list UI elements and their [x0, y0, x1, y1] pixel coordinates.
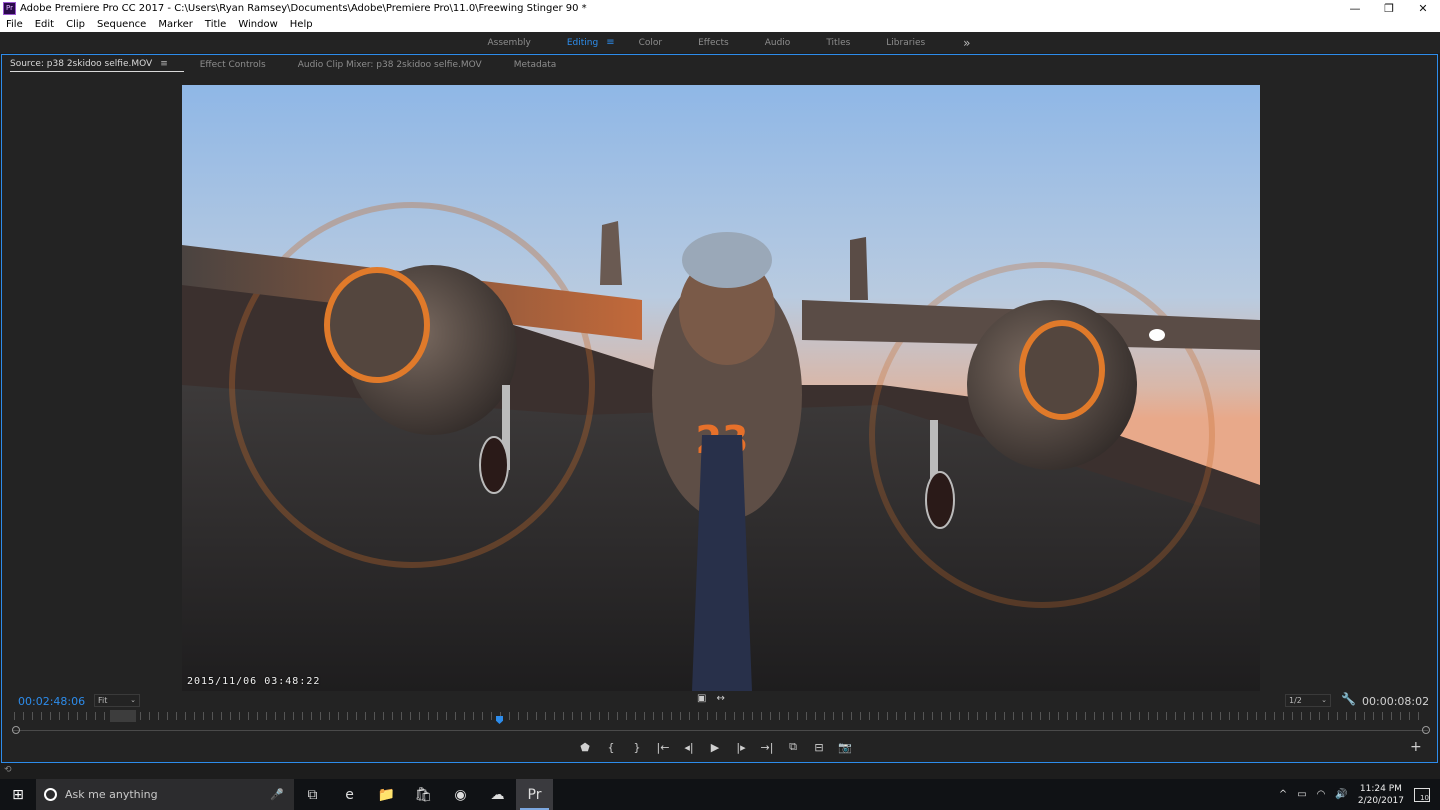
workspace-assembly[interactable]: Assembly: [469, 38, 548, 48]
resolution-dropdown[interactable]: 1/2 ⌄: [1285, 694, 1331, 707]
store-icon[interactable]: 🛍: [405, 779, 442, 810]
cortana-search-box[interactable]: Ask me anything 🎤: [36, 779, 294, 810]
file-explorer-icon[interactable]: 📁: [368, 779, 405, 810]
workspace-libraries[interactable]: Libraries: [868, 38, 943, 48]
title-bar: Pr Adobe Premiere Pro CC 2017 - C:\Users…: [0, 0, 1440, 17]
system-tray: ^ ▭ ◠ 🔊 11:24 PM 2/20/2017 10: [1279, 783, 1440, 807]
workspace-titles[interactable]: Titles: [808, 38, 868, 48]
more-workspaces-icon[interactable]: »: [963, 36, 970, 50]
playhead-timecode[interactable]: 00:02:48:06: [18, 695, 85, 708]
clock-date: 2/20/2017: [1357, 795, 1404, 806]
source-monitor-panel: Source: p38 2skidoo selfie.MOV ≡ Effect C…: [1, 54, 1438, 763]
minimize-button[interactable]: —: [1338, 2, 1372, 15]
go-to-out-button[interactable]: →|: [754, 741, 780, 754]
tab-metadata[interactable]: Metadata: [498, 60, 573, 70]
zoom-value: Fit: [98, 696, 108, 705]
close-button[interactable]: ✕: [1406, 2, 1440, 15]
drag-video-icon[interactable]: ▣: [697, 693, 706, 704]
task-view-icon[interactable]: ⧉: [294, 779, 331, 810]
window-title: Adobe Premiere Pro CC 2017 - C:\Users\Ry…: [20, 3, 587, 14]
microphone-icon[interactable]: 🎤: [270, 788, 284, 801]
menu-help[interactable]: Help: [290, 19, 313, 30]
search-placeholder: Ask me anything: [65, 788, 158, 801]
export-frame-button[interactable]: 📷: [832, 741, 858, 754]
in-out-range[interactable]: [110, 710, 136, 722]
chevron-down-icon: ⌄: [130, 696, 136, 704]
drag-audio-icon[interactable]: ↔: [716, 693, 724, 704]
cortana-icon: [44, 788, 57, 801]
tab-source[interactable]: Source: p38 2skidoo selfie.MOV ≡: [10, 59, 184, 72]
workspace-editing[interactable]: Editing: [549, 38, 616, 48]
tab-audio-clip-mixer[interactable]: Audio Clip Mixer: p38 2skidoo selfie.MOV: [282, 60, 498, 70]
menu-file[interactable]: File: [6, 19, 23, 30]
transport-controls: ⬟{} |← ◂| ▶ |▸ →| ⧉ ⊟ 📷: [572, 740, 858, 754]
chrome-icon[interactable]: ◉: [442, 779, 479, 810]
edge-icon[interactable]: e: [331, 779, 368, 810]
restore-button[interactable]: ❐: [1372, 2, 1406, 15]
step-forward-button[interactable]: |▸: [728, 741, 754, 754]
status-bar: ⟲: [0, 763, 1440, 779]
panel-menu-icon[interactable]: ≡: [160, 59, 168, 69]
mark-out-button[interactable]: }: [624, 741, 650, 754]
onedrive-icon[interactable]: ☁: [479, 779, 516, 810]
video-timestamp-overlay: 2015/11/06 03:48:22: [187, 676, 321, 687]
button-editor-plus-icon[interactable]: +: [1410, 739, 1422, 755]
battery-icon[interactable]: ▭: [1297, 789, 1306, 800]
add-marker-button[interactable]: ⬟: [572, 741, 598, 754]
menu-title[interactable]: Title: [205, 19, 226, 30]
workspace-audio[interactable]: Audio: [747, 38, 809, 48]
windows-taskbar: ⊞ Ask me anything 🎤 ⧉ e 📁 🛍 ◉ ☁ Pr ^ ▭ ◠ 🔊 11:…: [0, 779, 1440, 810]
mark-in-button[interactable]: {: [598, 741, 624, 754]
tab-source-label: Source: p38 2skidoo selfie.MOV: [10, 58, 153, 69]
play-button[interactable]: ▶: [702, 741, 728, 754]
time-ruler[interactable]: [14, 712, 1426, 720]
zoom-scrollbar[interactable]: [12, 730, 1428, 731]
premiere-app-icon: Pr: [3, 2, 16, 15]
panel-tabs: Source: p38 2skidoo selfie.MOV ≡ Effect C…: [2, 55, 1437, 75]
zoom-dropdown[interactable]: Fit ⌄: [94, 694, 140, 707]
insert-button[interactable]: ⧉: [780, 740, 806, 754]
taskbar-apps: ⧉ e 📁 🛍 ◉ ☁ Pr: [294, 779, 553, 810]
workspace-bar: Assembly Editing ≡ Color Effects Audio T…: [0, 32, 1440, 53]
tray-chevron-icon[interactable]: ^: [1279, 789, 1287, 800]
scrollbar-right-handle[interactable]: [1422, 726, 1430, 734]
volume-icon[interactable]: 🔊: [1335, 789, 1347, 800]
menu-marker[interactable]: Marker: [158, 19, 193, 30]
workspace-color[interactable]: Color: [621, 38, 681, 48]
menu-sequence[interactable]: Sequence: [97, 19, 146, 30]
monitor-mid-icons: ▣ ↔: [697, 693, 725, 704]
step-back-button[interactable]: ◂|: [676, 741, 702, 754]
wifi-icon[interactable]: ◠: [1317, 789, 1326, 800]
chevron-down-icon: ⌄: [1321, 696, 1327, 704]
duration-timecode: 00:00:08:02: [1362, 695, 1430, 708]
menu-clip[interactable]: Clip: [66, 19, 85, 30]
tab-effect-controls[interactable]: Effect Controls: [184, 60, 282, 70]
taskbar-clock[interactable]: 11:24 PM 2/20/2017: [1358, 783, 1404, 807]
playhead-marker[interactable]: [496, 716, 503, 724]
start-button[interactable]: ⊞: [0, 787, 36, 803]
resolution-value: 1/2: [1289, 696, 1302, 705]
menu-window[interactable]: Window: [238, 19, 277, 30]
menu-bar: File Edit Clip Sequence Marker Title Win…: [0, 17, 1440, 33]
go-to-in-button[interactable]: |←: [650, 741, 676, 754]
workspace-effects[interactable]: Effects: [680, 38, 747, 48]
scrollbar-left-handle[interactable]: [12, 726, 20, 734]
menu-edit[interactable]: Edit: [35, 19, 54, 30]
video-frame[interactable]: 23 2015/11/06 03:48:22: [182, 85, 1260, 691]
wrench-icon[interactable]: 🔧: [1341, 692, 1356, 706]
video-frame-image: 23: [182, 85, 1260, 691]
action-center-icon[interactable]: 10: [1414, 787, 1430, 802]
overwrite-button[interactable]: ⊟: [806, 741, 832, 754]
status-icon[interactable]: ⟲: [4, 765, 12, 775]
clock-time: 11:24 PM: [1359, 783, 1402, 794]
premiere-icon[interactable]: Pr: [516, 779, 553, 810]
